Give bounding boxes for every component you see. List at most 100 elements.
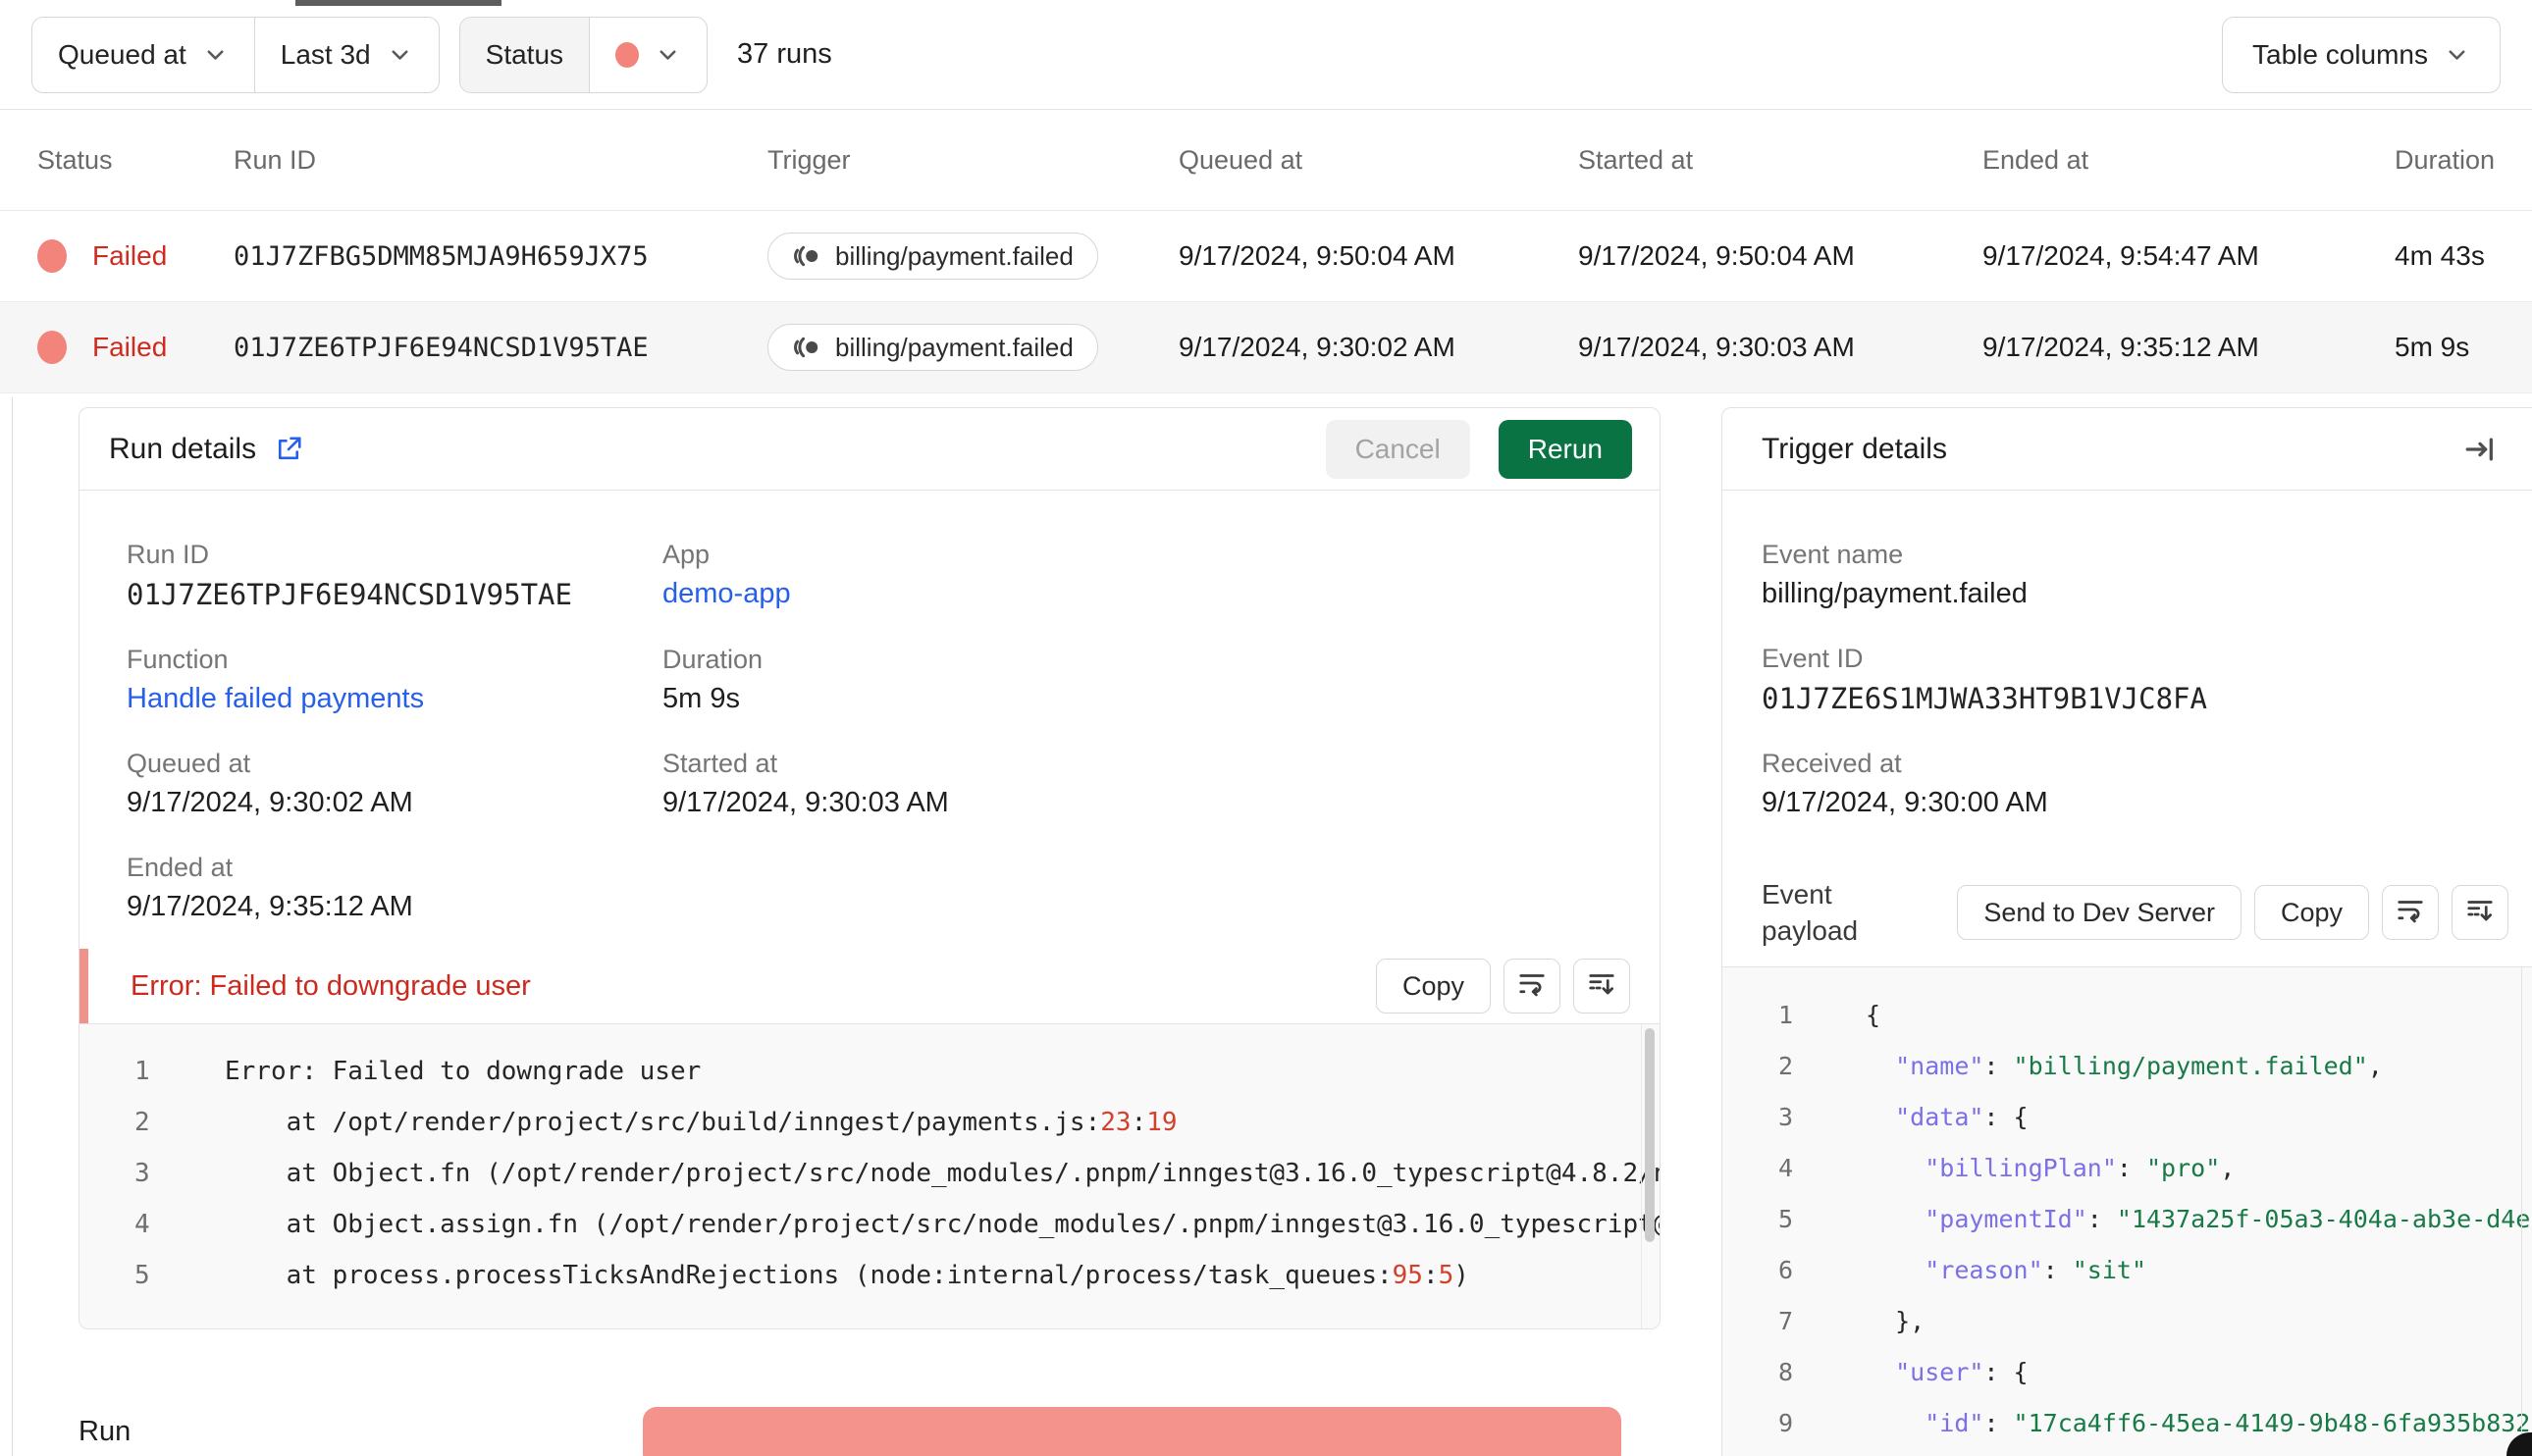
error-accent-strip — [79, 949, 88, 1023]
detail-field: Duration 5m 9s — [662, 645, 1620, 715]
trigger-details-card: Trigger details Event name billing/paymen… — [1721, 407, 2532, 1456]
code-line: 5 "paymentId": "1437a25f-05a3-404a-ab3e-… — [1722, 1193, 2532, 1244]
chevron-down-icon — [655, 41, 681, 68]
table-row[interactable]: Failed 01J7ZE6TPJF6E94NCSD1V95TAE billing/… — [0, 302, 2532, 393]
chevron-down-icon — [202, 41, 229, 68]
line-number: 2 — [134, 1108, 150, 1137]
event-trigger-badge[interactable]: billing/payment.failed — [767, 324, 1098, 371]
event-icon — [792, 241, 821, 271]
field-value: 9/17/2024, 9:35:12 AM — [127, 891, 413, 922]
column-header-run-id: Run ID — [234, 144, 317, 175]
field-value-link[interactable]: Handle failed payments — [127, 683, 662, 715]
error-stack-trace: 1 Error: Failed to downgrade user 2 at /op… — [79, 1023, 1660, 1328]
line-number: 5 — [1777, 1204, 1793, 1233]
field-label: Event name — [1762, 540, 1904, 569]
code-text: { — [1866, 1000, 1881, 1029]
duration-cell: 4m 43s — [2395, 240, 2485, 271]
run-details-header: Run details Cancel Rerun — [79, 408, 1660, 491]
lines-arrow-down-icon — [1587, 968, 1616, 1005]
code-line: 6 "reason": "sit" — [1722, 1244, 2532, 1295]
code-text: Error: Failed to downgrade user — [225, 1057, 702, 1086]
table-columns-button[interactable]: Table columns — [2222, 16, 2501, 93]
wrap-text-button[interactable] — [2382, 885, 2439, 940]
pane-scrollbar[interactable] — [12, 397, 13, 1456]
code-line: 7 }, — [1722, 1295, 2532, 1346]
event-payload-title: Event payload — [1762, 879, 1859, 946]
code-text: "paymentId": "1437a25f-05a3-404a-ab3e-d4… — [1925, 1204, 2531, 1233]
run-status-cell: Failed — [37, 239, 234, 273]
code-text: at Object.fn (/opt/render/project/src/no… — [225, 1159, 1660, 1188]
field-value: billing/payment.failed — [1762, 578, 2028, 609]
wrap-text-button[interactable] — [1503, 959, 1560, 1014]
field-value: 9/17/2024, 9:30:03 AM — [662, 787, 949, 818]
timeline-run-label: Run — [79, 1416, 132, 1447]
lines-arrow-down-icon — [2465, 895, 2495, 931]
collapse-panel-icon[interactable] — [2463, 433, 2497, 466]
scroll-to-bottom-button[interactable] — [2452, 885, 2508, 940]
line-number: 4 — [1777, 1153, 1793, 1182]
code-text: "user": { — [1895, 1357, 2029, 1386]
stack-scrollbar-thumb[interactable] — [1645, 1028, 1655, 1242]
timeline-run-bar[interactable] — [643, 1407, 1621, 1456]
code-text: at process.processTicksAndRejections (no… — [225, 1261, 1469, 1290]
scroll-to-bottom-button[interactable] — [1573, 959, 1630, 1014]
line-number: 3 — [134, 1159, 150, 1188]
queued-at-filter[interactable]: Queued at — [32, 18, 254, 92]
column-header-ended-at: Ended at — [1982, 144, 2089, 175]
duration-cell: 5m 9s — [2395, 332, 2470, 362]
run-status-cell: Failed — [37, 331, 234, 364]
timerange-filter[interactable]: Last 3d — [253, 17, 439, 92]
external-link-icon[interactable] — [274, 435, 303, 464]
event-trigger-badge[interactable]: billing/payment.failed — [767, 233, 1098, 280]
error-title: Error: Failed to downgrade user — [131, 969, 531, 1002]
code-line: 4 "billingPlan": "pro", — [1722, 1142, 2532, 1193]
run-details-fields: Run ID 01J7ZE6TPJF6E94NCSD1V95TAE App demo-… — [79, 491, 1660, 949]
code-text: at /opt/render/project/src/build/inngest… — [225, 1108, 1178, 1137]
field-value: 9/17/2024, 9:30:00 AM — [1762, 787, 2048, 818]
runs-count: 37 runs — [737, 38, 832, 70]
run-id-cell: 01J7ZE6TPJF6E94NCSD1V95TAE — [234, 332, 649, 363]
status-filter-label: Status — [485, 38, 564, 70]
runs-table-body: Failed 01J7ZFBG5DMM85MJA9H659JX75 billing/… — [0, 211, 2532, 393]
status-filter-value[interactable] — [589, 17, 707, 92]
field-label: App — [662, 540, 711, 569]
copy-payload-button[interactable]: Copy — [2253, 885, 2369, 940]
trigger-details-title: Trigger details — [1762, 432, 1947, 465]
copy-error-button[interactable]: Copy — [1375, 959, 1491, 1014]
detail-field: Queued at 9/17/2024, 9:30:02 AM — [127, 749, 662, 819]
field-label: Received at — [1762, 749, 1902, 778]
column-header-duration: Duration — [2395, 144, 2496, 175]
send-to-dev-server-button[interactable]: Send to Dev Server — [1957, 885, 2242, 940]
field-value: 5m 9s — [662, 683, 740, 714]
detail-field: App demo-app — [662, 540, 1620, 611]
event-payload-json: 1{2 "name": "billing/payment.failed", 3 "… — [1722, 966, 2532, 1456]
started-at-cell: 9/17/2024, 9:30:03 AM — [1578, 332, 1855, 362]
rerun-button[interactable]: Rerun — [1498, 419, 1632, 479]
stack-scrollbar-track — [1641, 1024, 1642, 1328]
code-line: 8 "user": { — [1722, 1346, 2532, 1397]
cancel-button[interactable]: Cancel — [1325, 419, 1470, 479]
failed-status-dot-icon — [615, 41, 640, 68]
table-columns-label: Table columns — [2252, 38, 2428, 70]
run-details-title: Run details — [109, 432, 257, 465]
trigger-cell: billing/payment.failed — [767, 324, 1179, 371]
filters-toolbar: Queued at Last 3d Status 37 runs Table c… — [0, 0, 2532, 110]
queued-at-cell: 9/17/2024, 9:50:04 AM — [1179, 240, 1455, 271]
line-number: 8 — [1777, 1357, 1793, 1386]
code-line: 5 at process.processTicksAndRejections (… — [79, 1250, 1660, 1301]
trigger-details-fields: Event name billing/payment.failed Event ID… — [1722, 491, 2532, 858]
detail-field: Event ID 01J7ZE6S1MJWA33HT9B1VJC8FA — [1762, 644, 2497, 715]
code-line: 2 at /opt/render/project/src/build/innge… — [79, 1097, 1660, 1148]
event-trigger-label: billing/payment.failed — [835, 332, 1074, 362]
field-value: 9/17/2024, 9:30:02 AM — [127, 787, 413, 818]
field-value-link[interactable]: demo-app — [662, 578, 1620, 610]
wrap-text-icon — [2396, 895, 2425, 931]
code-text: "data": { — [1895, 1102, 2029, 1131]
payload-scrollbar-track[interactable] — [2521, 967, 2522, 1456]
event-icon — [792, 333, 821, 362]
queued-at-cell: 9/17/2024, 9:30:02 AM — [1179, 332, 1455, 362]
field-value: 01J7ZE6TPJF6E94NCSD1V95TAE — [127, 578, 572, 611]
error-section-header: Error: Failed to downgrade user Copy — [79, 949, 1660, 1023]
chevron-down-icon — [387, 41, 413, 68]
table-row[interactable]: Failed 01J7ZFBG5DMM85MJA9H659JX75 billing/… — [0, 211, 2532, 302]
